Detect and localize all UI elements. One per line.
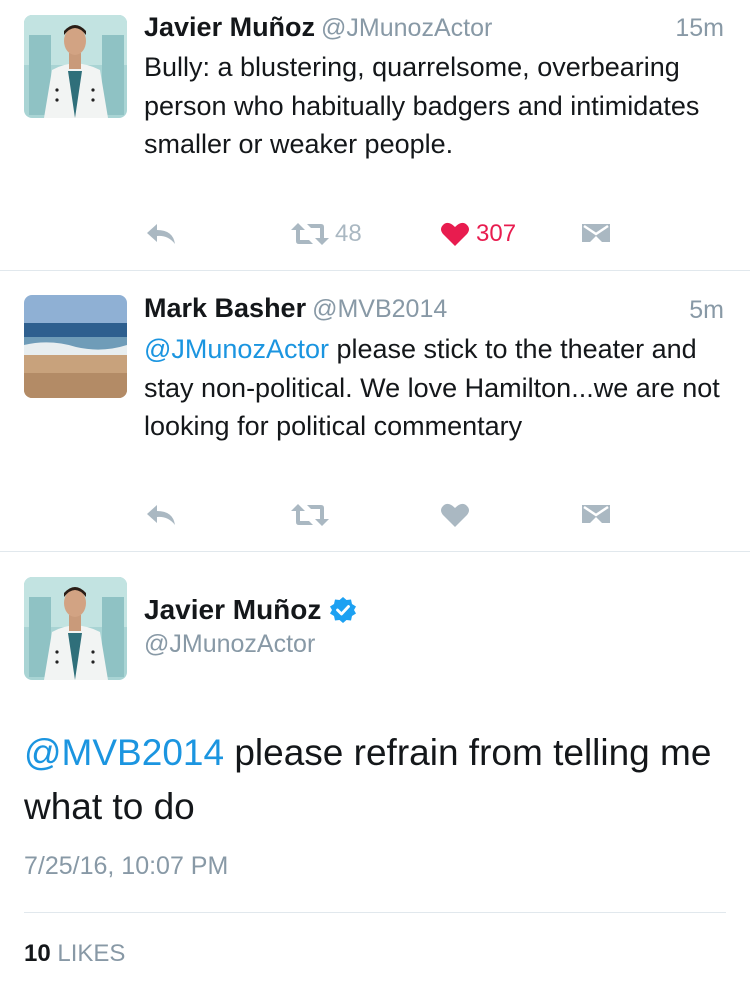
author-handle[interactable]: @JMunozActor <box>321 14 492 42</box>
avatar[interactable] <box>24 295 127 398</box>
mention-link[interactable]: @JMunozActor <box>144 334 329 364</box>
tweet-time[interactable]: 5m <box>689 296 724 325</box>
reply-button[interactable] <box>144 214 178 254</box>
retweet-button[interactable]: 48 <box>289 214 362 254</box>
likes-stat[interactable]: 10 LIKES <box>24 940 125 968</box>
author-name-text[interactable]: Javier Muñoz <box>144 12 315 42</box>
verified-badge-icon <box>330 597 357 623</box>
tweet-time[interactable]: 15m <box>675 14 724 43</box>
reply-icon <box>147 224 175 244</box>
author-name[interactable]: Mark Basher @MVB2014 <box>144 293 447 324</box>
mention-link[interactable]: @MVB2014 <box>24 732 224 773</box>
retweet-button[interactable] <box>289 495 331 535</box>
dm-button[interactable] <box>580 495 612 535</box>
tweet-text: @MVB2014 please refrain from telling me … <box>24 726 724 834</box>
retweet-icon <box>291 223 329 245</box>
avatar[interactable] <box>24 15 127 118</box>
like-button[interactable]: 307 <box>440 214 516 254</box>
like-button[interactable] <box>440 495 470 535</box>
author-name-text[interactable]: Mark Basher <box>144 293 306 323</box>
author-handle[interactable]: @MVB2014 <box>312 295 447 323</box>
reply-button[interactable] <box>144 495 178 535</box>
divider <box>24 912 726 913</box>
reply-icon <box>147 505 175 525</box>
divider <box>0 551 750 552</box>
envelope-icon <box>582 505 610 523</box>
envelope-icon <box>582 224 610 242</box>
tweet-text: Bully: a blustering, quarrelsome, overbe… <box>144 52 700 159</box>
retweet-icon <box>291 504 329 526</box>
retweet-count: 48 <box>335 220 362 247</box>
tweet-timestamp[interactable]: 7/25/16, 10:07 PM <box>24 852 228 881</box>
like-count: 307 <box>476 220 517 247</box>
avatar[interactable] <box>24 577 127 680</box>
likes-label: LIKES <box>57 940 126 967</box>
heart-icon <box>441 222 469 246</box>
tweet-text: @JMunozActor please stick to the theater… <box>144 330 734 446</box>
author-name[interactable]: Javier Muñoz @JMunozActor <box>144 12 492 43</box>
tweet-1[interactable]: Javier Muñoz @JMunozActor 15m Bully: a bl… <box>0 0 750 270</box>
tweet-actions: 48 307 <box>144 214 624 254</box>
heart-icon <box>441 503 469 527</box>
author-name-text[interactable]: Javier Muñoz <box>144 594 321 626</box>
portrait-avatar-icon <box>24 15 127 118</box>
tweet-actions <box>144 495 624 535</box>
beach-avatar-icon <box>24 295 127 398</box>
author-name[interactable]: Javier Muñoz <box>144 594 357 626</box>
portrait-avatar-icon <box>24 577 127 680</box>
tweet-2[interactable]: Mark Basher @MVB2014 5m @JMunozActor plea… <box>0 271 750 551</box>
dm-button[interactable] <box>580 214 612 254</box>
likes-count: 10 <box>24 940 51 967</box>
author-handle[interactable]: @JMunozActor <box>144 630 315 659</box>
